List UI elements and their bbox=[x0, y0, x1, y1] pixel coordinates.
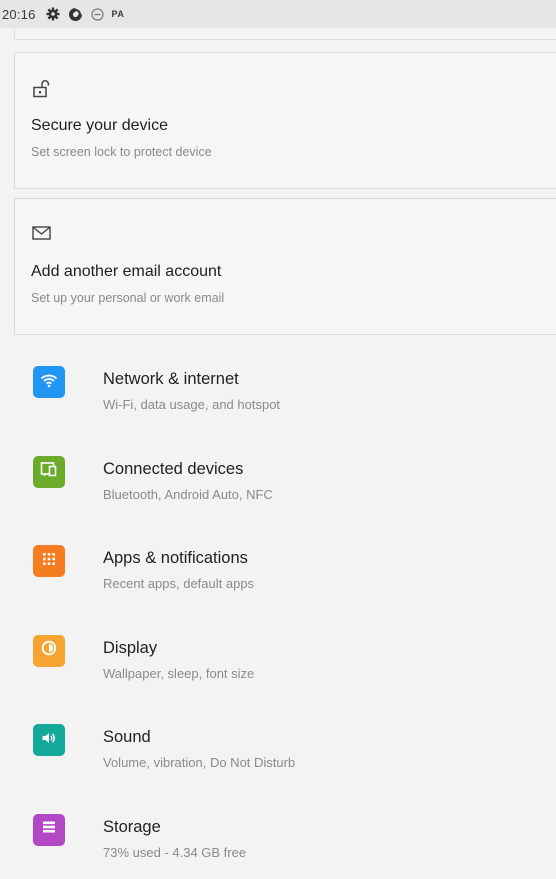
settings-item-subtitle: Bluetooth, Android Auto, NFC bbox=[103, 486, 273, 502]
settings-item-title: Display bbox=[103, 638, 158, 657]
suggestion-title: Secure your device bbox=[31, 117, 168, 134]
brightness-icon bbox=[39, 638, 59, 663]
tile-network bbox=[33, 366, 65, 398]
settings-item-title: Connected devices bbox=[103, 459, 244, 478]
settings-item-title: Sound bbox=[103, 728, 151, 747]
suggestion-card-secure-device[interactable]: Secure your device Set screen lock to pr… bbox=[14, 52, 556, 189]
tile-storage bbox=[33, 813, 65, 846]
settings-item-subtitle: Volume, vibration, Do Not Disturb bbox=[103, 755, 296, 771]
settings-list: Network & internet Wi-Fi, data usage, an… bbox=[0, 336, 556, 874]
suggestion-subtitle: Set screen lock to protect device bbox=[31, 145, 212, 159]
wifi-icon bbox=[39, 370, 59, 395]
storage-icon bbox=[40, 818, 58, 841]
settings-item-subtitle: Wallpaper, sleep, font size bbox=[103, 665, 255, 681]
suggestion-subtitle: Set up your personal or work email bbox=[31, 291, 225, 305]
settings-item-display[interactable]: Display Wallpaper, sleep, font size bbox=[0, 605, 556, 695]
do-not-disturb-icon bbox=[90, 7, 104, 21]
settings-item-title: Apps & notifications bbox=[103, 549, 248, 568]
settings-item-sound[interactable]: Sound Volume, vibration, Do Not Disturb bbox=[0, 694, 556, 784]
settings-item-title: Network & internet bbox=[103, 370, 239, 388]
settings-item-network[interactable]: Network & internet Wi-Fi, data usage, an… bbox=[0, 336, 556, 426]
status-time: 20:16 bbox=[2, 6, 36, 22]
settings-item-title: Storage bbox=[103, 817, 161, 836]
tile-display bbox=[33, 634, 65, 667]
data-saver-icon bbox=[68, 7, 83, 22]
mail-icon bbox=[31, 223, 51, 243]
suggestion-card-add-email[interactable]: Add another email account Set up your pe… bbox=[14, 198, 556, 335]
settings-item-subtitle: Recent apps, default apps bbox=[103, 576, 255, 592]
tile-apps bbox=[33, 545, 65, 578]
settings-item-storage[interactable]: Storage 73% used - 4.34 GB free bbox=[0, 784, 556, 874]
suggestion-title: Add another email account bbox=[31, 263, 222, 280]
status-bar: 20:16 PA bbox=[0, 0, 556, 28]
tile-sound bbox=[33, 724, 65, 757]
apps-grid-icon bbox=[41, 551, 57, 572]
previous-card-edge bbox=[14, 28, 556, 40]
connected-devices-icon bbox=[39, 459, 59, 484]
gear-icon bbox=[46, 7, 60, 21]
settings-item-apps[interactable]: Apps & notifications Recent apps, defaul… bbox=[0, 515, 556, 605]
settings-item-connected-devices[interactable]: Connected devices Bluetooth, Android Aut… bbox=[0, 426, 556, 516]
status-pa-label: PA bbox=[111, 9, 125, 19]
lock-open-icon bbox=[31, 79, 51, 99]
settings-item-subtitle: 73% used - 4.34 GB free bbox=[103, 844, 247, 860]
settings-item-subtitle: Wi-Fi, data usage, and hotspot bbox=[103, 397, 281, 412]
volume-icon bbox=[39, 728, 59, 753]
tile-connected-devices bbox=[33, 455, 65, 488]
